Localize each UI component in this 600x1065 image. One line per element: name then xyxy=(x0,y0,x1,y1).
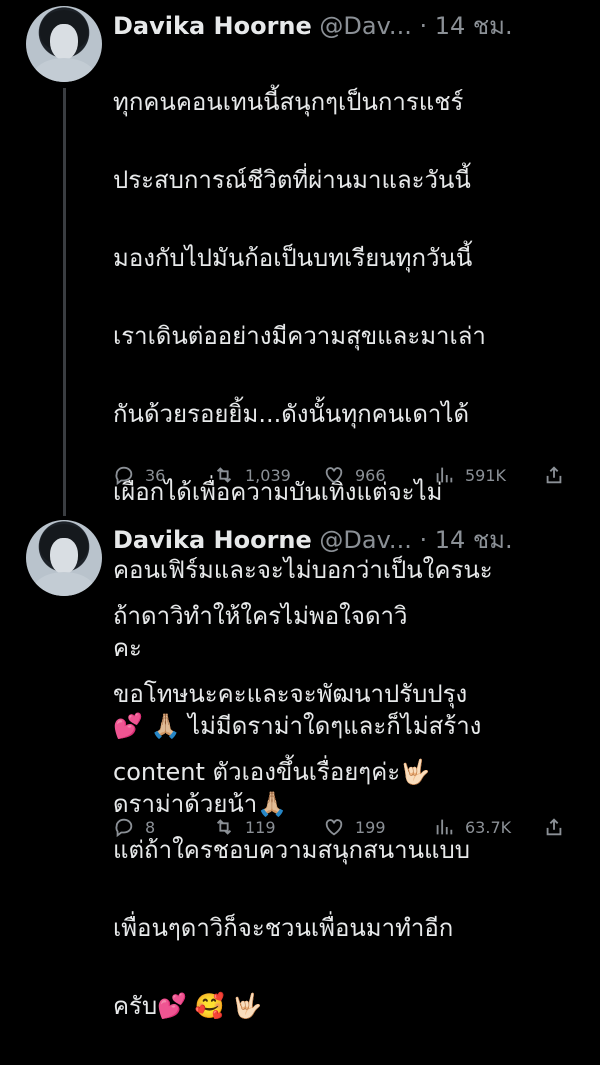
views-count: 591K xyxy=(465,465,507,485)
reply-icon xyxy=(115,466,133,486)
share-button[interactable] xyxy=(543,816,565,838)
author-name[interactable]: Davika Hoorne xyxy=(113,526,312,554)
reply-count: 8 xyxy=(145,817,156,837)
retweet-count: 1,039 xyxy=(245,465,291,485)
tweet-time[interactable]: · 14 ชม. xyxy=(419,12,512,40)
tweet-2[interactable]: Davika Hoorne @Dav... · 14 ชม. ถ้าดาวิทำ… xyxy=(0,510,600,1020)
tweet-1[interactable]: Davika Hoorne @Dav... · 14 ชม. ทุกคนคอนเ… xyxy=(0,0,600,818)
share-icon xyxy=(546,818,562,836)
avatar[interactable] xyxy=(26,6,102,82)
retweet-count: 119 xyxy=(245,817,276,837)
tweet-actions: 8 119 199 63.7K xyxy=(113,812,573,842)
tweet-actions: 36 1,039 966 591K xyxy=(113,460,573,490)
reply-icon xyxy=(115,818,133,838)
author-handle[interactable]: @Dav... xyxy=(319,526,411,554)
author-name[interactable]: Davika Hoorne xyxy=(113,12,312,40)
retweet-icon xyxy=(216,467,232,483)
avatar[interactable] xyxy=(26,520,102,596)
views-count: 63.7K xyxy=(465,817,512,837)
retweet-button[interactable]: 119 xyxy=(213,816,323,838)
retweet-icon xyxy=(216,819,232,835)
heart-icon xyxy=(325,467,343,484)
like-button[interactable]: 199 xyxy=(323,816,433,838)
views-button[interactable]: 63.7K xyxy=(433,816,543,838)
reply-button[interactable]: 8 xyxy=(113,816,213,838)
like-count: 199 xyxy=(355,817,386,837)
views-icon xyxy=(436,819,453,835)
share-button[interactable] xyxy=(543,464,565,486)
tweet-time[interactable]: · 14 ชม. xyxy=(419,526,512,554)
heart-icon xyxy=(325,819,343,836)
tweet-header: Davika Hoorne @Dav... · 14 ชม. xyxy=(113,520,513,559)
like-button[interactable]: 966 xyxy=(323,464,433,486)
retweet-button[interactable]: 1,039 xyxy=(213,464,323,486)
reply-button[interactable]: 36 xyxy=(113,464,213,486)
author-handle[interactable]: @Dav... xyxy=(319,12,411,40)
reply-count: 36 xyxy=(145,465,166,485)
views-icon xyxy=(436,467,453,483)
tweet-header: Davika Hoorne @Dav... · 14 ชม. xyxy=(113,6,513,45)
like-count: 966 xyxy=(355,465,386,485)
views-button[interactable]: 591K xyxy=(433,464,543,486)
thread-line xyxy=(63,88,66,516)
share-icon xyxy=(546,466,562,484)
